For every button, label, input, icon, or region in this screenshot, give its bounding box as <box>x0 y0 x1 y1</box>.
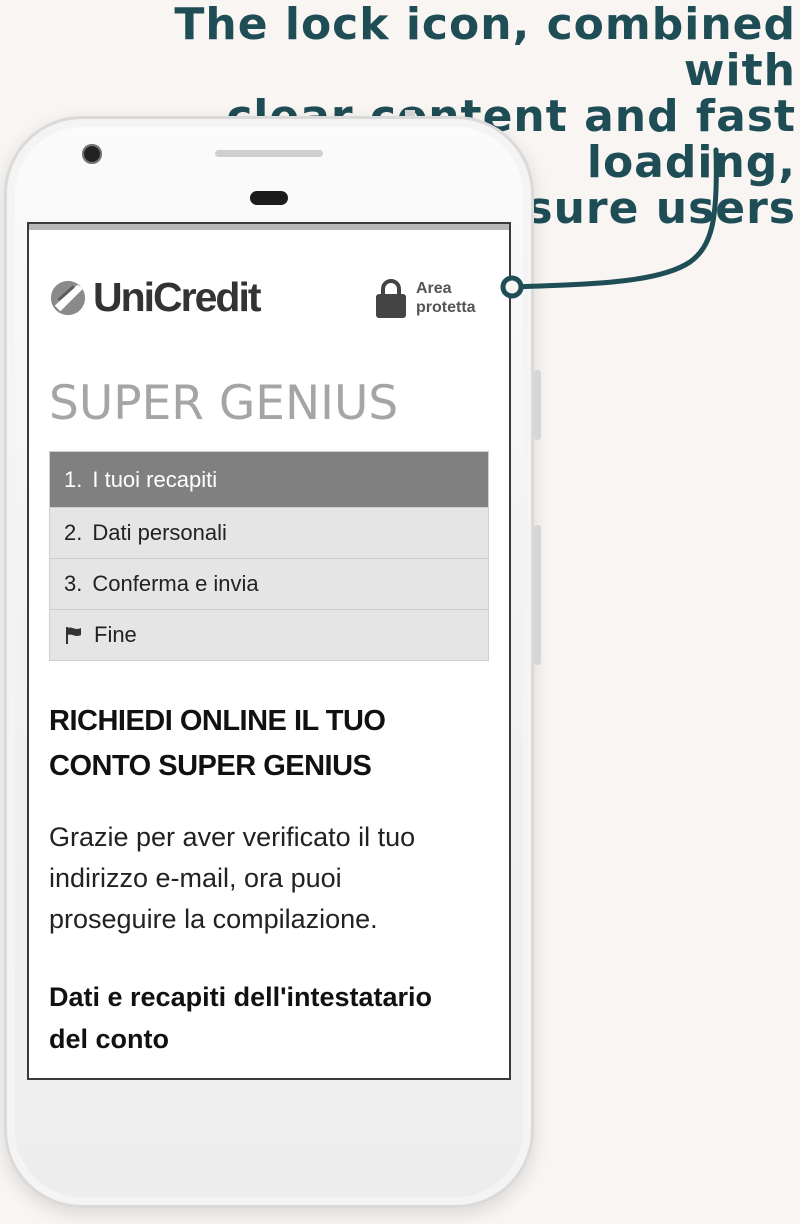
callout-connector <box>500 147 719 299</box>
